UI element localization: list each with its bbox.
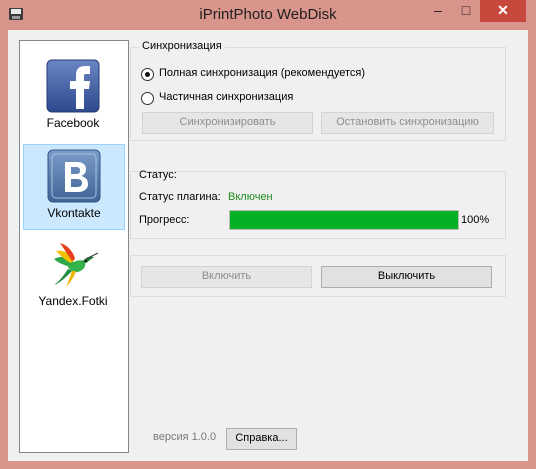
vkontakte-icon (47, 149, 101, 203)
progress-label: Прогресс: (139, 214, 190, 226)
disable-button[interactable]: Выключить (321, 266, 492, 288)
hummingbird-icon (54, 243, 99, 287)
service-label: Vkontakte (47, 206, 101, 220)
service-item-facebook[interactable]: Facebook (23, 55, 123, 139)
facebook-icon (46, 59, 100, 113)
service-list: Facebook Vkontakte Yandex.Fotki (19, 40, 129, 453)
version-label: версия 1.0.0 (153, 431, 217, 443)
minimize-button[interactable]: – (423, 0, 453, 22)
enable-button[interactable]: Включить (141, 266, 312, 288)
progress-percent: 100% (461, 214, 490, 226)
app-window: iPrintPhoto WebDisk – □ ✕ Facebook Vkont… (0, 0, 536, 469)
progress-bar (229, 210, 459, 230)
close-icon: ✕ (497, 2, 509, 18)
stop-sync-button[interactable]: Остановить синхронизацию (321, 112, 494, 134)
service-item-yandex-fotki[interactable]: Yandex.Fotki (23, 233, 123, 317)
radio-partial-label[interactable]: Частичная синхронизация (159, 91, 293, 103)
maximize-icon: □ (461, 2, 471, 18)
maximize-button[interactable]: □ (451, 0, 481, 22)
progress-bar-fill (230, 211, 458, 229)
actions-group: Включить Выключить (130, 255, 506, 297)
radio-partial-indicator[interactable] (141, 92, 154, 105)
plugin-status-value: Включен (228, 191, 273, 203)
close-button[interactable]: ✕ (480, 0, 526, 22)
service-item-vkontakte[interactable]: Vkontakte (23, 144, 125, 230)
status-group: Статус: Статус плагина: Включен Прогресс… (130, 169, 506, 239)
help-button[interactable]: Справка... (226, 428, 297, 450)
title-bar[interactable]: iPrintPhoto WebDisk – □ ✕ (0, 0, 536, 30)
service-label: Facebook (46, 116, 100, 130)
sync-button[interactable]: Синхронизировать (142, 112, 313, 134)
minimize-icon: – (434, 2, 442, 18)
client-area: Facebook Vkontakte Yandex.Fotki Синхрони… (8, 30, 528, 461)
radio-full-label[interactable]: Полная синхронизация (рекомендуется) (159, 67, 365, 79)
radio-full-indicator[interactable] (141, 68, 154, 81)
sync-group: Синхронизация Полная синхронизация (реко… (130, 40, 506, 141)
service-label: Yandex.Fotki (38, 294, 108, 308)
status-group-title: Статус: (139, 169, 177, 181)
sync-group-title: Синхронизация (139, 40, 225, 52)
plugin-status-label: Статус плагина: (139, 191, 221, 203)
